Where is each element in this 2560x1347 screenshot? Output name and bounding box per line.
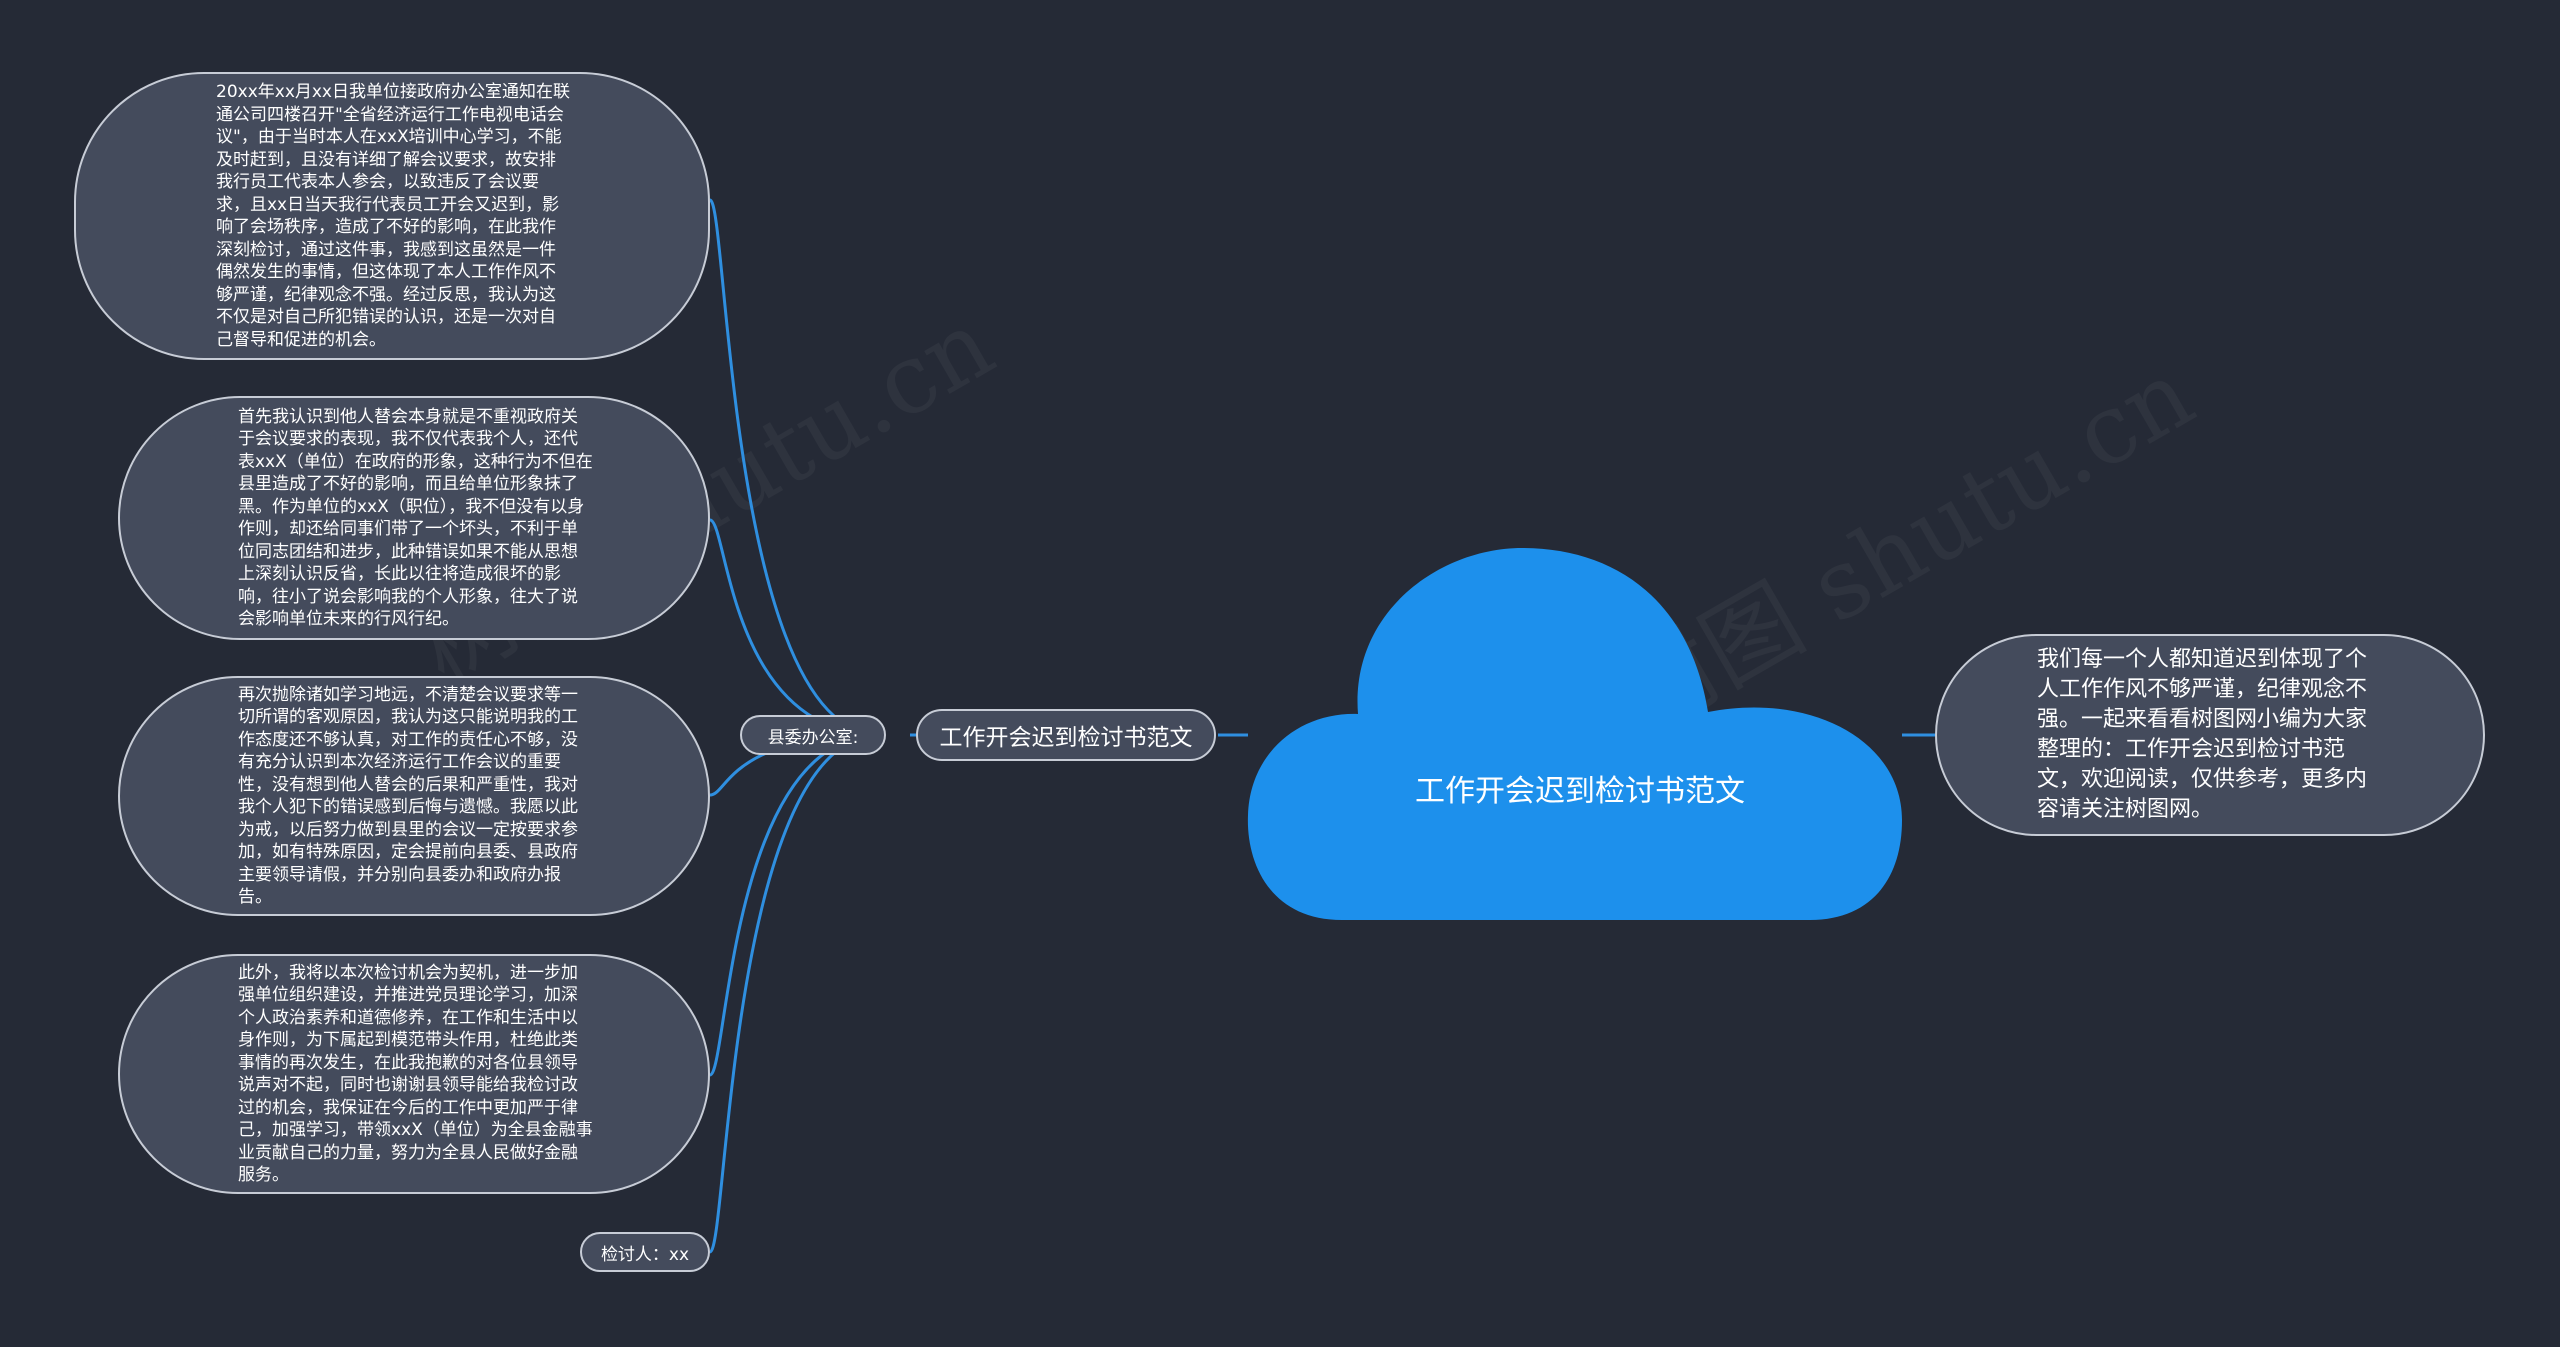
connector-leaf-1	[708, 198, 881, 737]
central-cloud	[1247, 548, 1902, 920]
description-text: 我们每一个人都知道迟到体现了个人工作作风不够严谨，纪律观念不强。一起来看看树图网…	[2037, 647, 2368, 822]
signature-node[interactable]: 检讨人：xx	[580, 1232, 710, 1272]
leaf-node-3[interactable]: 再次抛除诸如学习地远，不清楚会议要求等一切所谓的客观原因，我认为这只能说明我的工…	[118, 676, 710, 916]
sub-branch-node[interactable]: 县委办公室:	[740, 715, 886, 755]
leaf-text-2: 首先我认识到他人替会本身就是不重视政府关于会议要求的表现，我不仅代表我个人，还代…	[238, 406, 593, 630]
leaf-node-4[interactable]: 此外，我将以本次检讨机会为契机，进一步加强单位组织建设，并推进党员理论学习，加深…	[118, 954, 710, 1194]
leaf-text-4: 此外，我将以本次检讨机会为契机，进一步加强单位组织建设，并推进党员理论学习，加深…	[238, 962, 593, 1186]
central-topic[interactable]: 工作开会迟到检讨书范文	[1260, 766, 1900, 810]
leaf-text-3: 再次抛除诸如学习地远，不清楚会议要求等一切所谓的客观原因，我认为这只能说明我的工…	[238, 684, 578, 908]
branch-node[interactable]: 工作开会迟到检讨书范文	[916, 709, 1216, 761]
leaf-node-2[interactable]: 首先我认识到他人替会本身就是不重视政府关于会议要求的表现，我不仅代表我个人，还代…	[118, 396, 710, 640]
leaf-node-1[interactable]: 20xx年xx月xx日我单位接政府办公室通知在联通公司四楼召开"全省经济运行工作…	[74, 72, 710, 360]
leaf-text-1: 20xx年xx月xx日我单位接政府办公室通知在联通公司四楼召开"全省经济运行工作…	[216, 82, 570, 350]
connector-leaf-4	[708, 733, 881, 1077]
connector-signature	[708, 733, 881, 1254]
description-node[interactable]: 我们每一个人都知道迟到体现了个人工作作风不够严谨，纪律观念不强。一起来看看树图网…	[1935, 634, 2485, 836]
connector-leaf-2	[709, 518, 881, 737]
mindmap-canvas: 树图 shutu.cn 树图 shutu.cn 工作开会迟到检讨书范文 我们每一…	[0, 0, 2560, 1347]
